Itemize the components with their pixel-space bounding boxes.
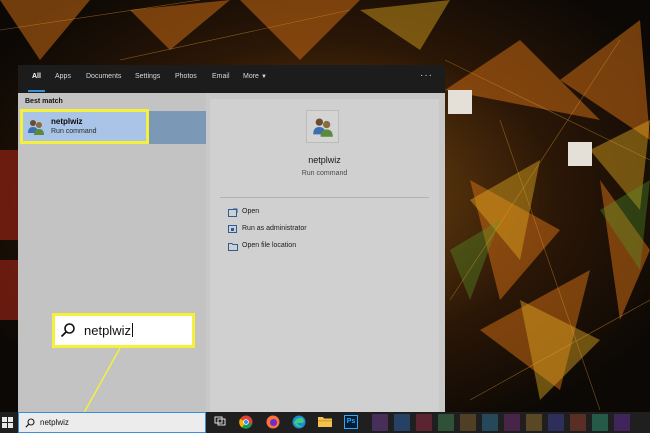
tab-more[interactable]: More ▼ — [243, 73, 267, 80]
search-callout: netplwiz — [52, 313, 195, 348]
open-icon — [228, 208, 238, 217]
firefox-icon[interactable] — [266, 415, 280, 429]
task-view-icon[interactable] — [214, 415, 226, 427]
search-icon — [60, 323, 75, 338]
detail-divider — [220, 197, 429, 198]
detail-type: Run command — [301, 170, 348, 177]
best-match-label: Best match — [25, 98, 63, 105]
pinned-app-icon[interactable] — [548, 414, 564, 431]
pinned-app-icon[interactable] — [438, 414, 454, 431]
photoshop-icon[interactable]: Ps — [344, 415, 358, 429]
action-open-file-location-label: Open file location — [242, 242, 297, 249]
detail-icon-frame — [306, 110, 339, 143]
detail-title: netplwiz — [308, 155, 341, 165]
best-match-result[interactable]: netplwiz Run command — [20, 109, 149, 144]
taskbar-search-text: netplwiz — [40, 418, 69, 427]
action-open-label: Open — [242, 208, 260, 215]
tab-apps[interactable]: Apps — [55, 73, 71, 80]
users-icon — [28, 120, 44, 135]
tab-more-label: More — [243, 73, 259, 80]
tab-settings[interactable]: Settings — [135, 73, 160, 80]
pinned-app-icon[interactable] — [614, 414, 630, 431]
windows-icon[interactable] — [2, 417, 13, 428]
pinned-app-icon[interactable] — [504, 414, 520, 431]
tab-all[interactable]: All — [32, 73, 41, 80]
taskbar: netplwiz Ps — [0, 412, 650, 433]
result-name: netplwiz — [51, 117, 83, 126]
pinned-app-icon[interactable] — [482, 414, 498, 431]
users-icon — [313, 118, 333, 137]
start-menu: All Apps Documents Settings Photos Email… — [18, 65, 445, 412]
pinned-app-icon[interactable] — [372, 414, 388, 431]
pinned-app-icon[interactable] — [526, 414, 542, 431]
pinned-app-icon[interactable] — [592, 414, 608, 431]
result-type: Run command — [51, 128, 97, 135]
edge-icon[interactable] — [292, 415, 306, 429]
result-row-extension[interactable] — [148, 111, 206, 144]
folder-icon[interactable] — [318, 415, 332, 428]
tab-email[interactable]: Email — [212, 73, 230, 80]
pinned-app-icon[interactable] — [570, 414, 586, 431]
chevron-down-icon: ▼ — [260, 74, 267, 80]
pinned-app-icon[interactable] — [416, 414, 432, 431]
taskbar-search-box[interactable]: netplwiz — [18, 412, 206, 433]
tab-photos[interactable]: Photos — [175, 73, 197, 80]
callout-search-text: netplwiz — [84, 323, 133, 338]
callout-search-value: netplwiz — [84, 323, 131, 338]
active-tab-indicator — [28, 90, 45, 92]
tab-documents[interactable]: Documents — [86, 73, 121, 80]
pinned-app-icon[interactable] — [394, 414, 410, 431]
chrome-icon[interactable] — [239, 415, 253, 429]
pinned-app-icon[interactable] — [460, 414, 476, 431]
search-tabs-bar: All Apps Documents Settings Photos Email… — [18, 65, 445, 93]
shield-icon — [228, 225, 237, 233]
detail-pane: netplwiz Run command Open Run as adminis… — [210, 99, 439, 412]
options-ellipsis-button[interactable]: ··· — [420, 70, 433, 81]
search-icon — [25, 418, 35, 428]
folder-icon — [228, 243, 238, 251]
taskbar-pinned-apps — [372, 414, 650, 431]
action-run-as-administrator-label: Run as administrator — [242, 225, 307, 232]
text-caret — [131, 323, 133, 337]
results-pane: Best match netplwiz Run command — [18, 93, 206, 412]
